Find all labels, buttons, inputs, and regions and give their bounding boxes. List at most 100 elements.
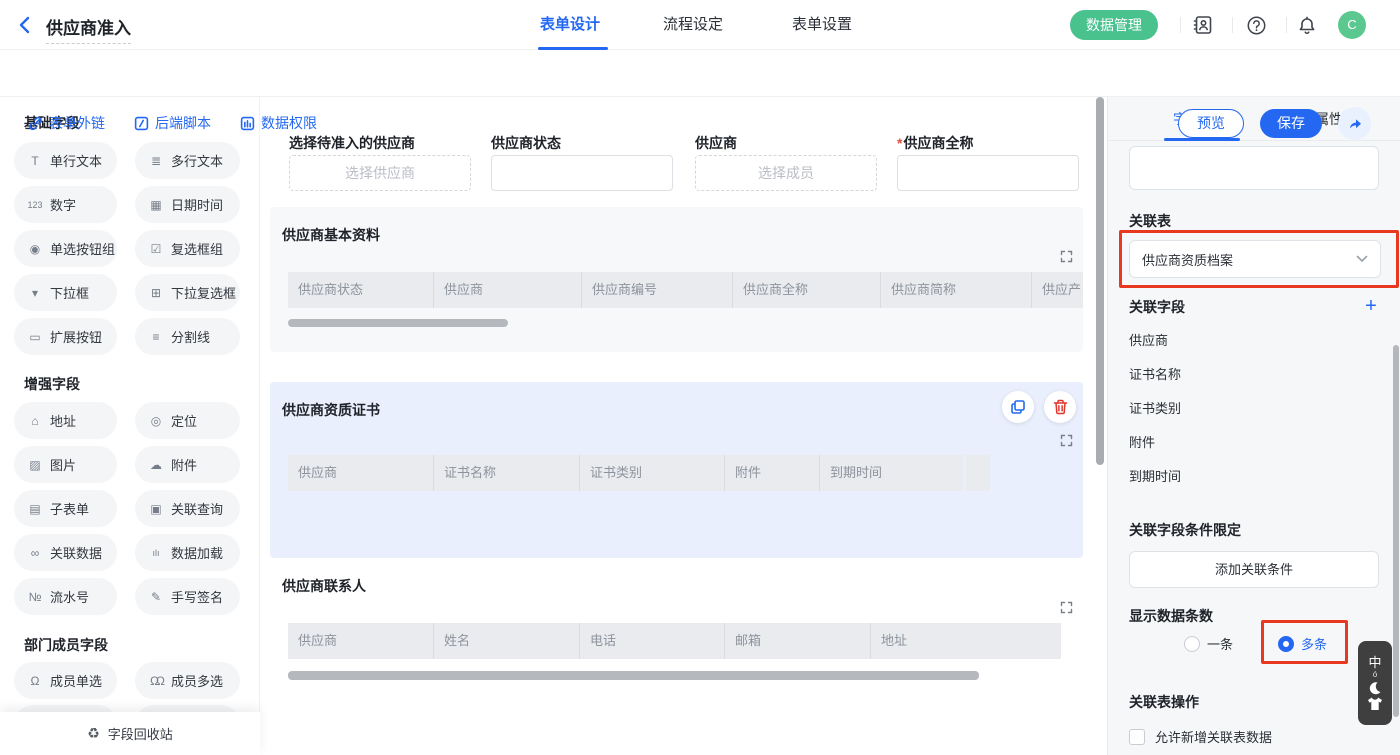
supplier-full-name-input[interactable]: [897, 155, 1079, 191]
field-extend-button[interactable]: ▭扩展按钮: [14, 318, 117, 355]
preview-button[interactable]: 预览: [1178, 109, 1244, 138]
field-radio-group[interactable]: ◉单选按钮组: [14, 230, 117, 267]
field-label: 成员多选: [171, 671, 223, 690]
related-field-item[interactable]: 附件: [1129, 432, 1155, 451]
signature-pen-icon: ✎: [148, 590, 164, 604]
contacts-icon[interactable]: [1192, 14, 1214, 36]
column-header: 姓名: [434, 623, 580, 659]
placeholder-text: 选择成员: [758, 163, 814, 183]
language-toggle-icon[interactable]: 中: [1368, 656, 1381, 669]
notification-bell-icon[interactable]: [1296, 14, 1318, 36]
related-field-item[interactable]: 供应商: [1129, 330, 1168, 349]
condition-limit-label: 关联字段条件限定: [1129, 520, 1241, 540]
panel-active-tab-underline: [1164, 138, 1240, 141]
field-serial-number[interactable]: №流水号: [14, 578, 117, 615]
recycle-bin-label: 字段回收站: [108, 724, 173, 743]
field-title-input[interactable]: [1129, 146, 1379, 190]
back-button[interactable]: [14, 14, 36, 36]
field-location[interactable]: ◎定位: [135, 402, 240, 439]
tab-form-settings[interactable]: 表单设置: [792, 0, 852, 50]
field-image[interactable]: ▨图片: [14, 446, 117, 483]
field-label: 扩展按钮: [50, 327, 102, 346]
copy-field-button[interactable]: [1002, 391, 1034, 423]
radio-option-multiple[interactable]: 多条: [1278, 634, 1327, 653]
canvas-scrollbar[interactable]: [1096, 97, 1104, 465]
group-title-enhanced-fields: 增强字段: [24, 374, 80, 394]
field-number[interactable]: 123数字: [14, 186, 117, 223]
column-header: 附件: [725, 455, 820, 491]
related-field-item[interactable]: 到期时间: [1129, 466, 1181, 485]
add-condition-button[interactable]: 添加关联条件: [1129, 551, 1379, 588]
field-handwritten-signature[interactable]: ✎手写签名: [135, 578, 240, 615]
field-data-load[interactable]: ılı数据加载: [135, 534, 240, 571]
add-related-field-button[interactable]: +: [1361, 296, 1381, 316]
data-manage-button[interactable]: 数据管理: [1070, 10, 1158, 40]
column-header: 电话: [580, 623, 725, 659]
field-label: 地址: [50, 411, 76, 430]
dark-mode-moon-icon[interactable]: [1368, 681, 1382, 695]
form-title[interactable]: 供应商准入: [46, 14, 131, 44]
checkbox-unchecked-icon[interactable]: [1129, 729, 1145, 745]
field-subform[interactable]: ▤子表单: [14, 490, 117, 527]
backend-script-link[interactable]: 后端脚本: [134, 108, 211, 138]
related-data-icon: ∞: [27, 546, 43, 560]
section-supplier-certificates[interactable]: 供应商资质证书 供应商 证书名称 证书类别 附件 到期时间: [270, 382, 1083, 558]
related-field-item[interactable]: 证书类别: [1129, 398, 1181, 417]
field-datetime[interactable]: ▦日期时间: [135, 186, 240, 223]
help-icon[interactable]: [1246, 15, 1268, 37]
field-dropdown[interactable]: ▾下拉框: [14, 274, 117, 311]
section-title: 供应商联系人: [282, 576, 366, 596]
field-label: 流水号: [50, 587, 89, 606]
section-supplier-contacts[interactable]: 供应商联系人 供应商 姓名 电话 邮箱 地址: [270, 558, 1083, 700]
field-related-query[interactable]: ▣关联查询: [135, 490, 240, 527]
panel-scrollbar[interactable]: [1393, 345, 1399, 717]
field-single-line-text[interactable]: T单行文本: [14, 142, 117, 179]
form-external-link[interactable]: 表单外链: [28, 108, 105, 138]
backend-script-label: 后端脚本: [155, 113, 211, 133]
field-member-single[interactable]: Ω成员单选: [14, 662, 117, 699]
field-member-multi[interactable]: ΩΩ成员多选: [135, 662, 240, 699]
floating-utility-widget[interactable]: 中 ó: [1358, 641, 1392, 725]
supplier-status-input[interactable]: [491, 155, 673, 191]
field-label: 成员单选: [50, 671, 102, 690]
field-related-data[interactable]: ∞关联数据: [14, 534, 117, 571]
theme-shirt-icon[interactable]: [1367, 697, 1383, 711]
radio-option-single[interactable]: 一条: [1184, 634, 1233, 653]
radio-selected-icon[interactable]: [1278, 636, 1294, 652]
radio-unselected-icon[interactable]: [1184, 636, 1200, 652]
chevron-left-icon: [14, 14, 36, 36]
form-canvas: 选择待准入的供应商 选择供应商 供应商状态 供应商 选择成员 *供应商全称 供应…: [260, 97, 1107, 755]
horizontal-scrollbar[interactable]: [288, 319, 508, 327]
field-checkbox-group[interactable]: ☑复选框组: [135, 230, 240, 267]
expand-icon[interactable]: [1060, 434, 1073, 447]
delete-field-button[interactable]: [1044, 391, 1076, 423]
allow-add-related-data-option[interactable]: 允许新增关联表数据: [1129, 727, 1272, 746]
recycle-icon: ♻: [87, 725, 100, 742]
horizontal-scrollbar[interactable]: [288, 671, 979, 680]
related-table-select[interactable]: 供应商资质档案: [1129, 240, 1381, 278]
field-label: 关联查询: [171, 499, 223, 518]
save-button[interactable]: 保存: [1260, 109, 1322, 138]
field-address[interactable]: ⌂地址: [14, 402, 117, 439]
related-field-item[interactable]: 证书名称: [1129, 364, 1181, 383]
section-supplier-basic-info[interactable]: 供应商基本资料 供应商状态 供应商 供应商编号 供应商全称 供应商简称 供应产: [270, 207, 1083, 352]
expand-icon[interactable]: [1060, 250, 1073, 263]
tab-process-settings[interactable]: 流程设定: [663, 0, 723, 50]
share-button[interactable]: [1338, 107, 1371, 140]
user-avatar[interactable]: C: [1338, 11, 1366, 39]
data-permission-link[interactable]: 数据权限: [240, 108, 317, 138]
expand-icon[interactable]: [1060, 601, 1073, 614]
tab-form-design[interactable]: 表单设计: [540, 0, 600, 50]
field-divider-line[interactable]: ≡分割线: [135, 318, 240, 355]
data-load-chart-icon: ılı: [148, 548, 164, 558]
field-multi-dropdown[interactable]: ⊞下拉复选框: [135, 274, 240, 311]
form-designer-app: 供应商准入 表单设计 流程设定 表单设置 数据管理 C 表单外链 后端脚本: [0, 0, 1400, 755]
select-member-picker[interactable]: 选择成员: [695, 155, 877, 191]
select-supplier-picker[interactable]: 选择供应商: [289, 155, 471, 191]
field-multi-line-text[interactable]: ≣多行文本: [135, 142, 240, 179]
subtable-header-row: 供应商 证书名称 证书类别 附件 到期时间: [288, 455, 963, 491]
required-mark: *: [897, 135, 902, 151]
field-attachment[interactable]: ☁附件: [135, 446, 240, 483]
column-header: 证书类别: [580, 455, 725, 491]
field-recycle-bin[interactable]: ♻ 字段回收站: [0, 712, 260, 755]
